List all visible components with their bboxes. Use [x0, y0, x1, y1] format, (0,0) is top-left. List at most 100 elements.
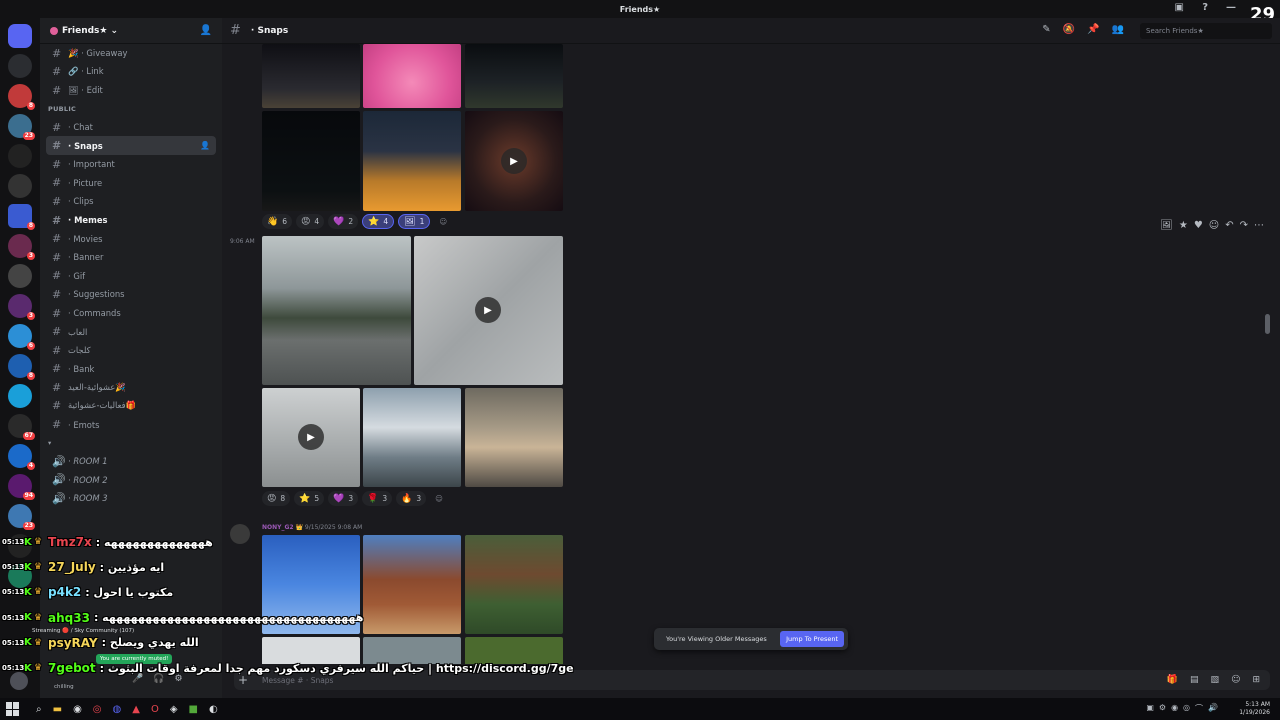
- taskbar-clock[interactable]: 5:13 AM 1/19/2026: [1239, 701, 1270, 717]
- minimize-icon[interactable]: —: [1226, 2, 1236, 13]
- reaction-button[interactable]: 💜 2: [328, 214, 359, 229]
- discord-icon[interactable]: ◍: [113, 704, 122, 715]
- reaction-button[interactable]: 😡 8: [262, 491, 291, 506]
- reply-icon[interactable]: ↶: [1225, 220, 1233, 231]
- voice-channel[interactable]: 🔊 · ROOM 2: [46, 470, 216, 489]
- text-channel[interactable]: # · Commands: [46, 304, 216, 323]
- member-list-icon[interactable]: 👥: [1112, 24, 1124, 35]
- minecraft-icon[interactable]: ■: [189, 704, 198, 715]
- reaction-icon[interactable]: 🖼: [1160, 220, 1173, 231]
- channel-category[interactable]: ▾: [40, 434, 222, 452]
- attachment-image[interactable]: [363, 44, 461, 108]
- play-icon[interactable]: ▶: [475, 297, 501, 323]
- app-icon[interactable]: ◐: [209, 704, 218, 715]
- home-button[interactable]: [8, 24, 32, 48]
- text-channel[interactable]: # · Movies: [46, 229, 216, 248]
- windows-start-icon[interactable]: [6, 702, 20, 716]
- file-explorer-icon[interactable]: ▬: [53, 704, 62, 715]
- star-icon[interactable]: ★: [1179, 220, 1188, 231]
- more-icon[interactable]: ⋯: [1254, 220, 1264, 231]
- reaction-button[interactable]: ⭐ 5: [294, 491, 325, 506]
- play-icon[interactable]: ▶: [298, 424, 324, 450]
- attachment-image[interactable]: [262, 111, 360, 211]
- text-channel[interactable]: # · Important: [46, 155, 216, 174]
- attachment-video[interactable]: ▶: [414, 236, 563, 385]
- text-channel[interactable]: # · Suggestions: [46, 285, 216, 304]
- reaction-button[interactable]: 🌹 3: [362, 491, 393, 506]
- text-channel[interactable]: # · Picture: [46, 174, 216, 193]
- server-icon[interactable]: [8, 144, 32, 168]
- add-reaction-icon[interactable]: ☺: [1209, 220, 1219, 231]
- notification-bell-icon[interactable]: 🔕: [1063, 24, 1075, 35]
- threads-icon[interactable]: ✎: [1042, 24, 1050, 35]
- add-reaction-icon[interactable]: ☺: [434, 214, 452, 229]
- tray-icon[interactable]: ◎: [1183, 703, 1190, 714]
- inbox-icon[interactable]: ▣: [1175, 2, 1184, 13]
- text-channel[interactable]: # · Snaps 👤: [46, 136, 216, 155]
- app-icon[interactable]: ▲: [132, 704, 140, 715]
- text-channel[interactable]: # · Clips: [46, 192, 216, 211]
- attachment-image[interactable]: [262, 236, 411, 385]
- browser-icon[interactable]: ◎: [93, 704, 102, 715]
- text-channel[interactable]: # العاب: [46, 322, 216, 341]
- server-icon[interactable]: 6: [8, 324, 35, 350]
- jump-to-present-button[interactable]: Jump To Present: [780, 631, 844, 647]
- attachment-image[interactable]: [363, 388, 461, 487]
- server-icon[interactable]: 23: [8, 114, 35, 140]
- text-channel[interactable]: # · Gif: [46, 267, 216, 286]
- server-icon[interactable]: 23: [8, 504, 35, 530]
- voice-channel[interactable]: 🔊 · ROOM 3: [46, 489, 216, 508]
- reaction-button[interactable]: 💜 3: [328, 491, 359, 506]
- tray-icon[interactable]: ⚙: [1159, 703, 1166, 714]
- text-channel[interactable]: # 🖼 · Edit: [46, 81, 216, 100]
- server-icon[interactable]: [8, 384, 32, 408]
- text-channel[interactable]: # كلجات: [46, 341, 216, 360]
- text-channel[interactable]: # · Chat: [46, 118, 216, 137]
- text-channel[interactable]: # عشوائية-العيد🎉: [46, 378, 216, 397]
- attachment-video[interactable]: ▶: [262, 388, 360, 487]
- server-icon[interactable]: 3: [8, 234, 35, 260]
- text-channel[interactable]: # · Memes: [46, 211, 216, 230]
- add-reaction-icon[interactable]: ☺: [430, 491, 448, 506]
- attachment-video[interactable]: ▶: [465, 111, 563, 211]
- attachment-image[interactable]: [363, 111, 461, 211]
- server-header[interactable]: Friends★ ⌄ 👤: [40, 18, 222, 44]
- server-icon[interactable]: [8, 174, 32, 198]
- tray-icon[interactable]: ◉: [1171, 703, 1178, 714]
- gift-icon[interactable]: 🎁: [1167, 675, 1178, 685]
- text-channel[interactable]: # · Emots: [46, 415, 216, 434]
- opera-icon[interactable]: O: [151, 704, 159, 715]
- server-icon[interactable]: 8: [8, 84, 35, 110]
- search-input[interactable]: Search Friends★: [1140, 23, 1272, 39]
- search-icon[interactable]: ⌕: [36, 704, 42, 715]
- app-icon[interactable]: ◈: [170, 704, 178, 715]
- text-channel[interactable]: # · Bank: [46, 360, 216, 379]
- text-channel[interactable]: # 🎉 · Giveaway: [46, 44, 216, 63]
- voice-channel[interactable]: 🔊 · ROOM 1: [46, 452, 216, 471]
- server-icon[interactable]: 8: [8, 204, 35, 230]
- server-icon[interactable]: 67: [8, 414, 35, 440]
- volume-icon[interactable]: 🔊: [1208, 703, 1218, 714]
- attachment-image[interactable]: [465, 44, 563, 108]
- invite-icon[interactable]: 👤: [200, 141, 210, 150]
- apps-icon[interactable]: ⊞: [1252, 675, 1260, 685]
- scrollbar[interactable]: [1265, 314, 1270, 334]
- reaction-button[interactable]: 🖼 1: [398, 214, 431, 229]
- gif-icon[interactable]: ▤: [1190, 675, 1199, 685]
- attachment-image[interactable]: [262, 44, 360, 108]
- tray-icon[interactable]: ▣: [1146, 703, 1154, 714]
- emoji-icon[interactable]: ☺: [1231, 675, 1240, 685]
- text-channel[interactable]: # · Banner: [46, 248, 216, 267]
- sticker-icon[interactable]: ▧: [1211, 675, 1220, 685]
- pin-icon[interactable]: 📌: [1087, 24, 1099, 35]
- help-icon[interactable]: ?: [1202, 2, 1208, 13]
- heart-icon[interactable]: ♥: [1194, 220, 1203, 231]
- attachment-image[interactable]: [465, 388, 563, 487]
- reaction-button[interactable]: 👋 6: [262, 214, 292, 229]
- server-icon[interactable]: 8: [8, 354, 35, 380]
- forward-icon[interactable]: ↷: [1240, 220, 1248, 231]
- server-icon[interactable]: 3: [8, 294, 35, 320]
- reaction-button[interactable]: ⭐ 4: [362, 214, 395, 229]
- server-icon[interactable]: [8, 54, 32, 78]
- text-channel[interactable]: # 🔗 · Link: [46, 63, 216, 82]
